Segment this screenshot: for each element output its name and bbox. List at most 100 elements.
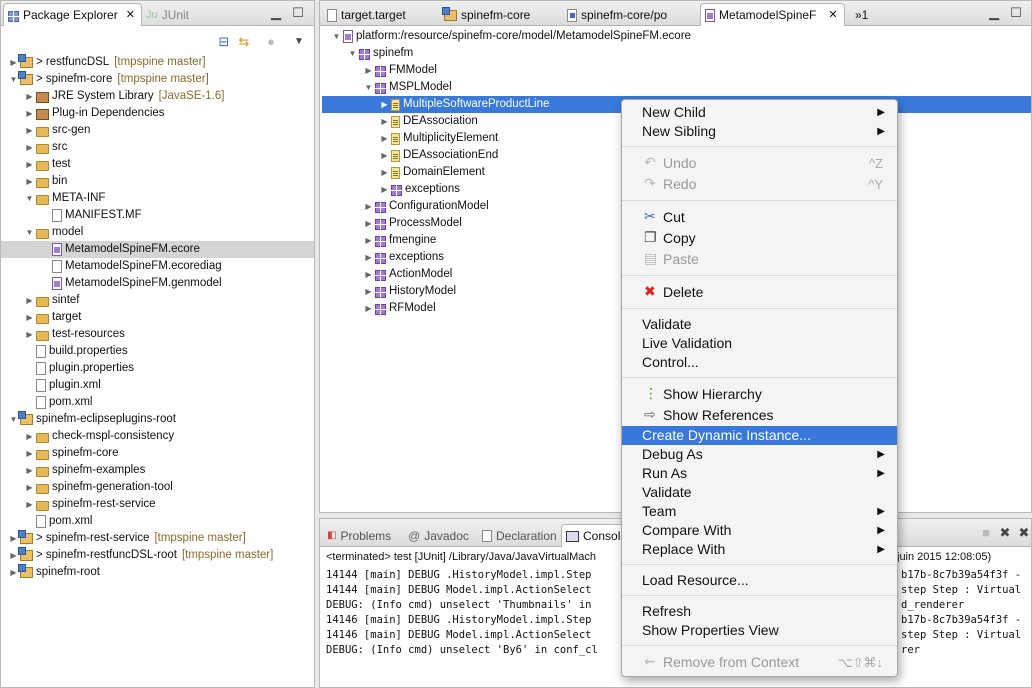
minimize-icon[interactable]: ▁: [268, 5, 284, 21]
collapsed-arrow-icon[interactable]: ▶: [23, 122, 36, 139]
menu-item-new-sibling[interactable]: New Sibling ▶: [622, 122, 897, 141]
tree-item-bin[interactable]: ▶ bin: [1, 173, 314, 190]
ecore-tree-item-spinefm[interactable]: ▼ spinefm: [322, 45, 1031, 62]
menu-item-cut[interactable]: ✂ Cut: [622, 207, 897, 228]
editor-tab-target-target[interactable]: target.target: [322, 3, 413, 26]
expanded-arrow-icon[interactable]: ▼: [23, 224, 36, 241]
tab-problems[interactable]: ◧ Problems: [322, 524, 398, 547]
tree-item-spinefm-rest-service[interactable]: ▶ spinefm-rest-service: [1, 496, 314, 513]
ecore-tree-item-fmmodel[interactable]: ▶ FMModel: [322, 62, 1031, 79]
tree-item-plugin-xml[interactable]: plugin.xml: [1, 377, 314, 394]
collapsed-arrow-icon[interactable]: ▶: [23, 139, 36, 156]
collapsed-arrow-icon[interactable]: ▶: [23, 445, 36, 462]
collapsed-arrow-icon[interactable]: ▶: [362, 232, 375, 249]
tree-item-manifest-mf[interactable]: MANIFEST.MF: [1, 207, 314, 224]
remove-launch-icon[interactable]: ✖: [997, 525, 1013, 541]
tree-item-metamodelspinefm-ecore[interactable]: MetamodelSpineFM.ecore: [1, 241, 314, 258]
expanded-arrow-icon[interactable]: ▼: [330, 28, 343, 45]
expanded-arrow-icon[interactable]: ▼: [346, 45, 359, 62]
minimize-icon[interactable]: ▁: [986, 5, 1002, 21]
collapsed-arrow-icon[interactable]: ▶: [23, 88, 36, 105]
menu-item-refresh[interactable]: Refresh: [622, 602, 897, 621]
tab-package-explorer[interactable]: Package Explorer ✕: [3, 3, 142, 26]
menu-item-new-child[interactable]: New Child ▶: [622, 103, 897, 122]
menu-item-replace-with[interactable]: Replace With ▶: [622, 540, 897, 559]
collapsed-arrow-icon[interactable]: ▶: [23, 428, 36, 445]
tab-console[interactable]: Consol: [561, 524, 628, 547]
menu-item-create-dynamic-instance[interactable]: Create Dynamic Instance...: [622, 426, 897, 445]
tree-item-plugin-properties[interactable]: plugin.properties: [1, 360, 314, 377]
collapsed-arrow-icon[interactable]: ▶: [378, 113, 391, 130]
tree-item-metamodelspinefm-genmodel[interactable]: MetamodelSpineFM.genmodel: [1, 275, 314, 292]
tree-item-spinefm-eclipseplugins-root[interactable]: ▼ spinefm-eclipseplugins-root: [1, 411, 314, 428]
editor-tab-overflow[interactable]: »1: [850, 3, 875, 26]
collapsed-arrow-icon[interactable]: ▶: [23, 479, 36, 496]
collapsed-arrow-icon[interactable]: ▶: [23, 292, 36, 309]
tree-item-spinefm-generation-tool[interactable]: ▶ spinefm-generation-tool: [1, 479, 314, 496]
tree-item-jre-system-library[interactable]: ▶ JRE System Library [JavaSE-1.6]: [1, 88, 314, 105]
collapsed-arrow-icon[interactable]: ▶: [362, 249, 375, 266]
close-icon[interactable]: ✕: [828, 4, 837, 26]
menu-item-show-properties-view[interactable]: Show Properties View: [622, 621, 897, 640]
menu-item-compare-with[interactable]: Compare With ▶: [622, 521, 897, 540]
collapsed-arrow-icon[interactable]: ▶: [23, 105, 36, 122]
menu-item-validate[interactable]: Validate: [622, 483, 897, 502]
collapsed-arrow-icon[interactable]: ▶: [362, 62, 375, 79]
menu-item-team[interactable]: Team ▶: [622, 502, 897, 521]
ecore-tree-item-platform-resource-spinefm-core-model-metamodelspinefm-ecore[interactable]: ▼ platform:/resource/spinefm-core/model/M…: [322, 28, 1031, 45]
collapsed-arrow-icon[interactable]: ▶: [378, 181, 391, 198]
menu-item-validate[interactable]: Validate: [622, 315, 897, 334]
tree-item-build-properties[interactable]: build.properties: [1, 343, 314, 360]
tree-item-spinefm-core[interactable]: ▶ spinefm-core: [1, 445, 314, 462]
link-with-editor-icon[interactable]: ⇆: [236, 34, 252, 50]
tab-javadoc[interactable]: @ Javadoc: [403, 524, 476, 547]
focus-icon[interactable]: ●: [263, 34, 279, 50]
collapsed-arrow-icon[interactable]: ▶: [362, 266, 375, 283]
menu-item-show-references[interactable]: ⇨ Show References: [622, 405, 897, 426]
tree-item-plug-in-dependencies[interactable]: ▶ Plug-in Dependencies: [1, 105, 314, 122]
collapsed-arrow-icon[interactable]: ▶: [23, 309, 36, 326]
menu-item-load-resource[interactable]: Load Resource...: [622, 571, 897, 590]
tree-item-test-resources[interactable]: ▶ test-resources: [1, 326, 314, 343]
close-icon[interactable]: ✕: [126, 4, 135, 26]
tree-item-check-mspl-consistency[interactable]: ▶ check-mspl-consistency: [1, 428, 314, 445]
collapsed-arrow-icon[interactable]: ▶: [23, 496, 36, 513]
maximize-icon[interactable]: ☐: [290, 5, 306, 21]
tree-item-sintef[interactable]: ▶ sintef: [1, 292, 314, 309]
tree-item-pom-xml[interactable]: pom.xml: [1, 513, 314, 530]
collapse-all-icon[interactable]: ⊟: [216, 34, 232, 50]
tree-item-test[interactable]: ▶ test: [1, 156, 314, 173]
stop-icon[interactable]: ■: [978, 525, 994, 541]
collapsed-arrow-icon[interactable]: ▶: [362, 283, 375, 300]
tab-declaration[interactable]: Declaration: [477, 524, 564, 547]
tree-item-spinefm-restfuncdsl-root[interactable]: ▶ > spinefm-restfuncDSL-root [tmpspine mas…: [1, 547, 314, 564]
menu-item-live-validation[interactable]: Live Validation: [622, 334, 897, 353]
menu-item-run-as[interactable]: Run As ▶: [622, 464, 897, 483]
collapsed-arrow-icon[interactable]: ▶: [362, 215, 375, 232]
tree-item-model[interactable]: ▼ model: [1, 224, 314, 241]
maximize-icon[interactable]: ☐: [1008, 5, 1024, 21]
tree-item-spinefm-root[interactable]: ▶ spinefm-root: [1, 564, 314, 581]
editor-tab-metamodelspinef[interactable]: MetamodelSpineF ✕: [700, 3, 845, 26]
tree-item-src[interactable]: ▶ src: [1, 139, 314, 156]
menu-item-copy[interactable]: ❐ Copy: [622, 228, 897, 249]
tree-item-spinefm-core[interactable]: ▼ > spinefm-core [tmpspine master]: [1, 71, 314, 88]
ecore-tree-item-msplmodel[interactable]: ▼ MSPLModel: [322, 79, 1031, 96]
remove-all-icon[interactable]: ✖: [1016, 525, 1032, 541]
tab-junit[interactable]: Ju JUnit: [141, 3, 196, 26]
tree-item-spinefm-examples[interactable]: ▶ spinefm-examples: [1, 462, 314, 479]
collapsed-arrow-icon[interactable]: ▶: [378, 147, 391, 164]
expanded-arrow-icon[interactable]: ▼: [23, 190, 36, 207]
menu-item-delete[interactable]: ✖ Delete: [622, 282, 897, 303]
collapsed-arrow-icon[interactable]: ▶: [378, 130, 391, 147]
editor-tab-spinefm-core-po[interactable]: spinefm-core/po: [562, 3, 674, 26]
tree-item-spinefm-rest-service[interactable]: ▶ > spinefm-rest-service [tmpspine master]: [1, 530, 314, 547]
collapsed-arrow-icon[interactable]: ▶: [378, 96, 391, 113]
collapsed-arrow-icon[interactable]: ▶: [378, 164, 391, 181]
tree-item-src-gen[interactable]: ▶ src-gen: [1, 122, 314, 139]
collapsed-arrow-icon[interactable]: ▶: [23, 462, 36, 479]
collapsed-arrow-icon[interactable]: ▶: [23, 173, 36, 190]
collapsed-arrow-icon[interactable]: ▶: [23, 326, 36, 343]
tree-item-target[interactable]: ▶ target: [1, 309, 314, 326]
tree-item-metamodelspinefm-ecorediag[interactable]: MetamodelSpineFM.ecorediag: [1, 258, 314, 275]
